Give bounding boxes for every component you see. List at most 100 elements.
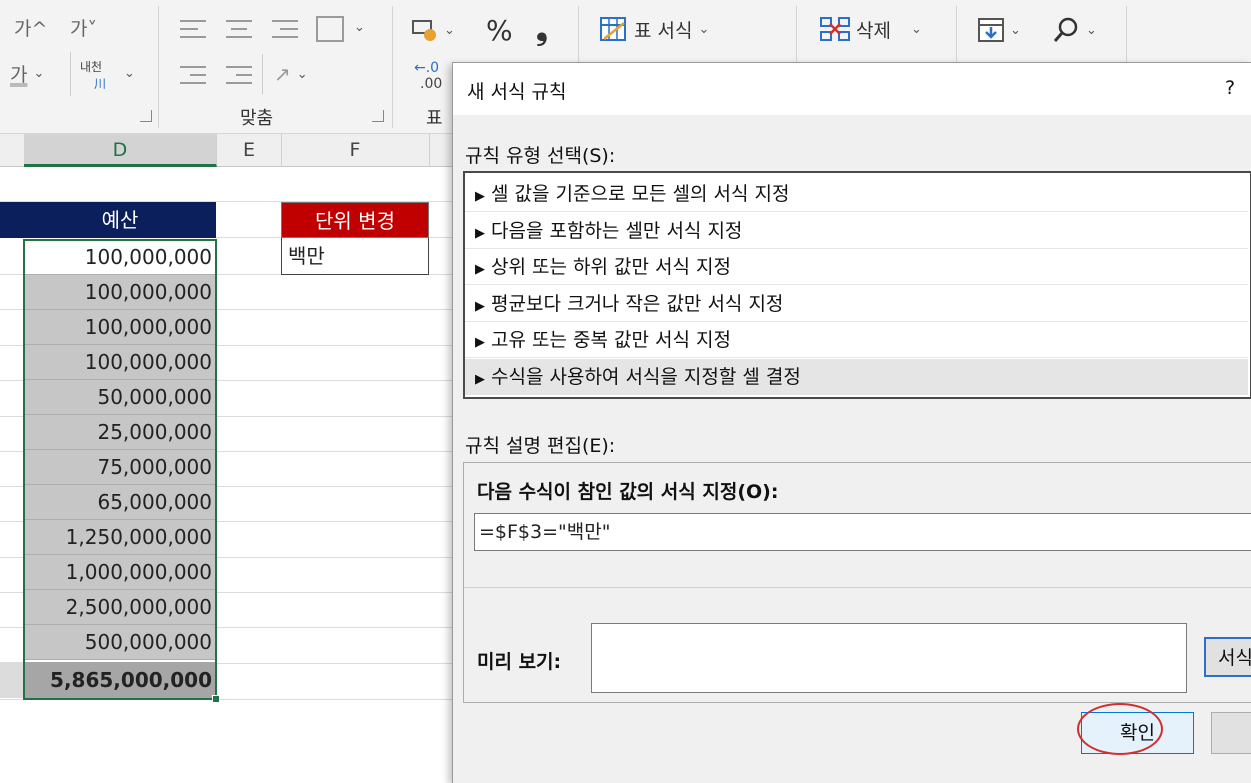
budget-cell[interactable]: 100,000,000 (24, 275, 216, 310)
budget-cell[interactable]: 25,000,000 (24, 415, 216, 450)
edit-description-label: 규칙 설명 편집(E): (465, 435, 616, 457)
chevron-down-icon: ⌄ (354, 20, 365, 35)
align-left-icon[interactable] (180, 18, 208, 42)
alignment-group-launcher-icon[interactable] (372, 110, 384, 122)
delete-cells-icon (820, 16, 850, 41)
rule-type-item[interactable]: ▶ 셀 값을 기준으로 모든 셀의 서식 지정 (465, 176, 1248, 212)
merge-dropdown[interactable]: ⌄ (354, 20, 365, 35)
rule-type-item[interactable]: ▶ 평균보다 크거나 작은 값만 서식 지정 (465, 286, 1248, 322)
divider (464, 587, 1251, 588)
rule-type-list[interactable]: ▶ 셀 값을 기준으로 모든 셀의 서식 지정 ▶ 다음을 포함하는 셀만 서식 지… (463, 171, 1251, 399)
find-select-button[interactable]: ⌄ (1052, 16, 1097, 44)
text-orientation-button[interactable]: ↗ ⌄ (274, 62, 308, 86)
merge-center-icon[interactable] (316, 16, 344, 42)
decimal-top: ←.0 (414, 60, 440, 76)
fill-handle[interactable] (212, 695, 220, 703)
increase-decimal-button[interactable]: ←.0 .00 (414, 60, 454, 100)
preview-label: 미리 보기: (477, 651, 562, 673)
total-row-fill (0, 662, 24, 698)
rule-type-text: 셀 값을 기준으로 모든 셀의 서식 지정 (491, 183, 790, 205)
delete-label: 삭제 (856, 20, 891, 42)
budget-cell[interactable]: 2,500,000,000 (24, 590, 216, 625)
rule-type-item[interactable]: ▶ 상위 또는 하위 값만 서식 지정 (465, 249, 1248, 285)
delete-cells-button[interactable]: 삭제 ⌄ (820, 16, 922, 43)
fill-down-icon (978, 18, 1004, 42)
triangle-right-icon: ▶ (475, 226, 485, 241)
font-grow-button[interactable]: 가^ (14, 14, 47, 41)
triangle-right-icon: ▶ (475, 299, 485, 314)
decrease-indent-icon[interactable] (180, 64, 208, 88)
table-format-label: 표 서식 (634, 20, 693, 42)
chevron-down-icon: ⌄ (1010, 22, 1021, 38)
rule-type-text: 상위 또는 하위 값만 서식 지정 (491, 256, 731, 278)
fill-button[interactable]: ⌄ (978, 18, 1021, 42)
font-shrink-button[interactable]: 가˅ (70, 14, 97, 41)
column-header-d[interactable]: D (24, 134, 217, 167)
budget-header-label: 예산 (101, 208, 139, 232)
cancel-button[interactable] (1211, 712, 1251, 754)
rule-type-text: 다음을 포함하는 셀만 서식 지정 (491, 220, 743, 242)
column-header-partial[interactable] (0, 134, 25, 167)
budget-cell[interactable]: 75,000,000 (24, 450, 216, 485)
formula-input[interactable]: =$F$3="백만" (474, 513, 1251, 551)
ribbon-divider (392, 6, 393, 128)
format-button[interactable]: 서식 (1204, 637, 1251, 677)
font-color-button[interactable]: 가 ⌄ (10, 60, 44, 87)
dialog-title: 새 서식 규칙 (467, 81, 567, 103)
budget-cell[interactable]: 1,250,000,000 (24, 520, 216, 555)
ok-button[interactable]: 확인 (1081, 712, 1194, 754)
budget-cell[interactable]: 100,000,000 (24, 345, 216, 380)
accounting-format-button[interactable]: ⌄ (412, 18, 455, 42)
align-right-icon[interactable] (272, 18, 300, 42)
triangle-right-icon: ▶ (475, 189, 485, 204)
wrap-text-button[interactable]: 내천 川 (80, 58, 128, 98)
unit-header-cell[interactable]: 단위 변경 (281, 202, 429, 238)
chevron-down-icon: ⌄ (444, 22, 455, 38)
percent-style-button[interactable]: % (486, 14, 513, 47)
budget-cell[interactable]: 500,000,000 (24, 625, 216, 660)
rule-type-item[interactable]: ▶ 고유 또는 중복 값만 서식 지정 (465, 322, 1248, 358)
rule-type-text: 수식을 사용하여 서식을 지정할 셀 결정 (491, 366, 801, 388)
divider (262, 54, 263, 94)
group-label-alignment: 맞춤 (240, 108, 274, 129)
help-icon[interactable]: ? (1225, 77, 1235, 99)
font-color-glyph: 가 (10, 64, 28, 86)
unit-value-cell[interactable]: 백만 (281, 238, 429, 275)
accounting-icon (412, 20, 436, 41)
align-center-icon[interactable] (226, 18, 254, 42)
wrap-text-dropdown[interactable]: ⌄ (124, 66, 135, 81)
font-shrink-label: 가˅ (70, 18, 97, 40)
increase-indent-icon[interactable] (226, 64, 254, 88)
budget-total-cell[interactable]: 5,865,000,000 (24, 662, 216, 698)
column-header-f[interactable]: F (281, 134, 430, 167)
chevron-down-icon: ⌄ (124, 66, 135, 81)
triangle-right-icon: ▶ (475, 372, 485, 387)
dialog-titlebar[interactable]: 새 서식 규칙 ? (453, 63, 1251, 115)
comma-style-button[interactable]: ❟ (536, 12, 548, 47)
divider (70, 52, 71, 96)
wrap-text-top: 내천 (80, 60, 103, 74)
budget-cell[interactable]: 50,000,000 (24, 380, 216, 415)
preview-box (591, 623, 1187, 693)
budget-cell[interactable]: 1,000,000,000 (24, 555, 216, 590)
comma-icon: ❟ (536, 12, 548, 47)
budget-cell[interactable]: 100,000,000 (24, 240, 216, 275)
budget-cell[interactable]: 65,000,000 (24, 485, 216, 520)
search-icon (1053, 17, 1078, 42)
format-as-table-button[interactable]: 표 서식 ⌄ (600, 16, 709, 43)
rule-description-panel: 다음 수식이 참인 값의 서식 지정(O): =$F$3="백만" 미리 보기:… (463, 462, 1251, 703)
group-label-number: 표 (426, 108, 443, 129)
budget-header-cell[interactable]: 예산 (0, 202, 216, 238)
column-header-bar: D E F (0, 134, 460, 167)
triangle-right-icon: ▶ (475, 335, 485, 350)
rule-type-item-selected[interactable]: ▶ 수식을 사용하여 서식을 지정할 셀 결정 (465, 359, 1248, 395)
budget-cell[interactable]: 100,000,000 (24, 310, 216, 345)
chevron-down-icon: ⌄ (1086, 22, 1097, 38)
table-format-icon (600, 16, 626, 41)
chevron-down-icon: ⌄ (698, 22, 710, 37)
font-group-launcher-icon[interactable] (140, 110, 152, 122)
column-header-e[interactable]: E (217, 134, 282, 167)
orientation-icon: ↗ (274, 62, 291, 86)
rule-type-text: 고유 또는 중복 값만 서식 지정 (491, 329, 731, 351)
rule-type-item[interactable]: ▶ 다음을 포함하는 셀만 서식 지정 (465, 213, 1248, 249)
